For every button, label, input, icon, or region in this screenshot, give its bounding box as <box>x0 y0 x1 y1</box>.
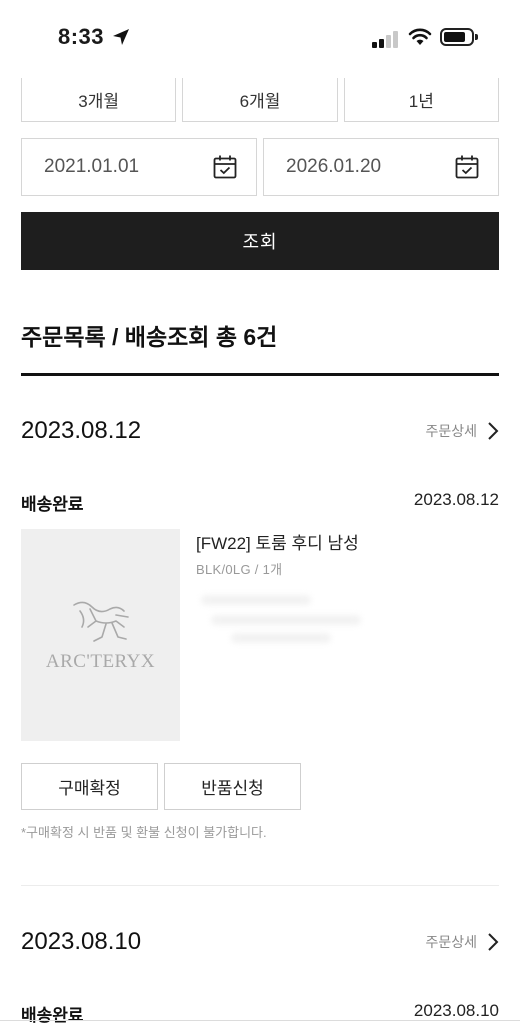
end-date-value: 2026.01.20 <box>286 156 382 177</box>
delivery-status: 배송완료 <box>21 495 84 514</box>
start-date-field[interactable]: 2021.01.01 <box>21 138 257 196</box>
return-request-button[interactable]: 반품신청 <box>164 763 301 810</box>
arcteryx-bird-logo <box>72 601 129 642</box>
bottom-divider <box>0 1020 520 1021</box>
status-time: 8:33 <box>58 24 105 49</box>
product-image[interactable]: ARC'TERYX <box>21 529 180 741</box>
purchase-notice: *구매확정 시 반품 및 환불 신청이 불가합니다. <box>21 825 267 840</box>
order-detail-link[interactable]: 주문상세 <box>425 932 499 952</box>
status-bar: 8:33 <box>0 0 520 78</box>
order-actions: 구매확정 반품신청 <box>21 763 301 810</box>
order-divider <box>21 885 499 886</box>
blurred-price-area <box>201 591 371 651</box>
period-3months-button[interactable]: 3개월 <box>21 78 177 122</box>
product-option: BLK/0LG / 1개 <box>196 562 283 577</box>
product-name[interactable]: [FW22] 토룸 후디 남성 <box>196 529 359 554</box>
period-6months-button[interactable]: 6개월 <box>182 78 338 122</box>
order-date: 2023.08.12 <box>21 417 142 444</box>
order-detail-link[interactable]: 주문상세 <box>425 421 499 441</box>
period-1year-button[interactable]: 1년 <box>343 78 499 122</box>
search-button[interactable]: 조회 <box>21 212 499 270</box>
period-filter: 3개월 6개월 1년 <box>21 78 499 122</box>
order-detail-label: 주문상세 <box>425 423 477 439</box>
location-arrow-icon <box>113 29 129 45</box>
order-date: 2023.08.10 <box>21 928 142 955</box>
wifi-icon <box>408 28 432 45</box>
title-divider <box>21 373 499 376</box>
end-date-field[interactable]: 2026.01.20 <box>263 138 499 196</box>
product-item[interactable]: ARC'TERYX [FW22] 토룸 후디 남성 BLK/0LG / 1개 <box>21 529 499 741</box>
order-card: 2023.08.10 주문상세 배송완료 2023.08.10 <box>21 928 499 1024</box>
battery-icon <box>440 28 478 46</box>
chevron-right-icon <box>488 933 499 951</box>
date-range: 2021.01.01 2026.01.20 <box>21 138 499 196</box>
delivery-status-row: 배송완료 2023.08.12 <box>21 490 499 515</box>
order-detail-label: 주문상세 <box>425 934 477 950</box>
order-list-title: 주문목록 / 배송조회 총 6건 <box>21 324 278 350</box>
delivery-date: 2023.08.12 <box>413 490 499 509</box>
calendar-check-icon[interactable] <box>212 154 238 180</box>
order-card: 2023.08.12 주문상세 배송완료 2023.08.12 ARC'TERY… <box>21 417 499 857</box>
calendar-check-icon[interactable] <box>454 154 480 180</box>
confirm-purchase-button[interactable]: 구매확정 <box>21 763 158 810</box>
start-date-value: 2021.01.01 <box>44 156 140 177</box>
signal-icon <box>372 30 400 48</box>
chevron-right-icon <box>488 422 499 440</box>
brand-logo-text: ARC'TERYX <box>45 651 156 672</box>
